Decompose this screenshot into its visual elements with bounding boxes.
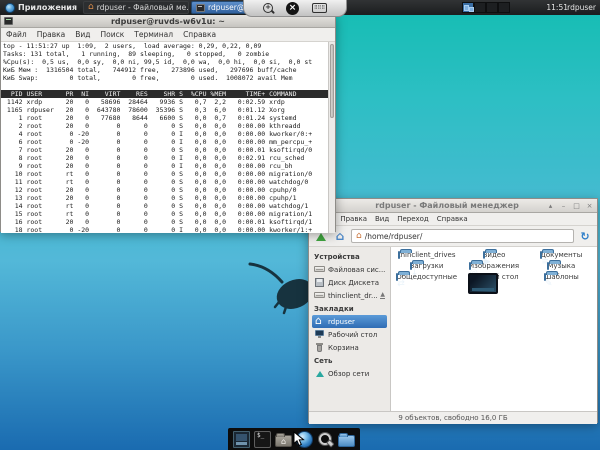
top-summary: top - 11:51:27 up 1:09, 2 users, load av… (1, 42, 335, 82)
sidebar-item-filesystem[interactable]: Файловая сис... (312, 263, 387, 276)
menu-search[interactable]: Поиск (96, 28, 130, 41)
workspace-1[interactable] (462, 2, 474, 13)
terminal-menubar: Файл Правка Вид Поиск Терминал Справка (1, 28, 335, 42)
menu-edit[interactable]: Правка (32, 28, 71, 41)
file-item-thinclient-drives[interactable]: thinclient_drives (395, 251, 459, 259)
sidebar-item-home[interactable]: rdpuser (312, 315, 387, 328)
distro-logo-icon (5, 3, 15, 13)
desktop-screen-icon (468, 273, 498, 294)
file-item-music[interactable]: ♪ Музыка (529, 262, 593, 270)
file-item-templates[interactable]: ✎ Шаблоны (529, 273, 593, 281)
path-home-icon: ⌂ (356, 232, 362, 241)
maximize-button[interactable]: □ (572, 202, 581, 210)
file-manager-title: rdpuser - Файловый менеджер (348, 201, 546, 210)
file-item-downloads[interactable]: ↓ Загрузки (395, 262, 459, 270)
file-item-public[interactable]: ⇄ Общедоступные (395, 273, 459, 281)
path-field[interactable]: ⌂ /home/rdpuser/ (351, 229, 574, 243)
desktop-icon (314, 329, 325, 340)
file-manager-icon[interactable] (338, 431, 355, 448)
floppy-icon (314, 277, 325, 288)
home-folder-icon[interactable]: ⌂ (275, 431, 292, 448)
sidebar-item-thinclient-drive[interactable]: thinclient_dr... ▲ (312, 289, 387, 302)
file-item-video[interactable]: ▶ Видео (462, 251, 526, 259)
reload-button[interactable]: ↻ (577, 228, 593, 244)
terminal-output[interactable]: top - 11:51:27 up 1:09, 2 users, load av… (1, 42, 335, 233)
terminal-scrollbar[interactable] (328, 42, 335, 233)
home-icon (314, 316, 325, 327)
home-icon: ⌂ (336, 230, 345, 242)
trash-icon (314, 342, 325, 353)
drive-icon (314, 264, 325, 275)
taskbar-button-file-manager[interactable]: ⌂ rdpuser - Файловый ме... (83, 1, 189, 14)
scrollbar-thumb[interactable] (330, 44, 334, 118)
search-icon[interactable] (317, 431, 334, 448)
pictures-folder-icon: ◎ (469, 262, 471, 270)
zoom-in-icon[interactable] (263, 3, 273, 13)
sidebar-section-bookmarks: Закладки (312, 302, 387, 315)
file-manager-window: rdpuser - Файловый менеджер ▴ – □ × Файл… (308, 198, 598, 423)
close-icon[interactable]: × (286, 2, 299, 15)
terminal-icon (4, 17, 13, 25)
menu-edit[interactable]: Правка (336, 213, 371, 225)
remote-session-toolbar: × ⠿⠿⠿ (243, 0, 347, 17)
file-item-pictures[interactable]: ◎ Изображения (462, 262, 526, 270)
folder-icon (398, 251, 400, 259)
sidebar-section-devices: Устройства (312, 250, 387, 263)
keyboard-icon[interactable]: ⠿⠿⠿ (312, 3, 327, 13)
menu-view[interactable]: Вид (70, 28, 95, 41)
sidebar-item-network-browse[interactable]: Обзор сети (312, 367, 387, 380)
show-desktop-icon[interactable] (233, 431, 250, 448)
menu-go[interactable]: Переход (393, 213, 433, 225)
file-manager-toolbar: ⌂ ⌂ /home/rdpuser/ ↻ (309, 226, 597, 247)
network-icon (314, 368, 325, 379)
downloads-folder-icon: ↓ (410, 262, 412, 270)
sidebar-section-network: Сеть (312, 354, 387, 367)
terminal-icon (196, 4, 205, 12)
panel-username: rdpuser (567, 3, 596, 12)
workspace-2[interactable] (474, 2, 486, 13)
home-icon: ⌂ (88, 3, 94, 12)
eject-icon[interactable]: ▲ (380, 292, 385, 299)
terminal-window: rdpuser@ruvds-w6v1u: ~ Файл Правка Вид П… (0, 14, 336, 232)
file-manager-menubar: Файл Правка Вид Переход Справка (309, 213, 597, 226)
menu-view[interactable]: Вид (371, 213, 393, 225)
public-folder-icon: ⇄ (396, 273, 398, 281)
terminal-title: rdpuser@ruvds-w6v1u: ~ (13, 17, 323, 26)
file-manager-sidebar: Устройства Файловая сис... Диск Дискета … (309, 247, 391, 411)
desktop: rdpuser - Файловый менеджер ▴ – □ × Файл… (0, 0, 600, 450)
shade-button[interactable]: ▴ (546, 202, 555, 210)
mouse-cursor (293, 431, 306, 447)
applications-menu-label: Приложения (18, 3, 77, 12)
menu-terminal[interactable]: Терминал (129, 28, 178, 41)
video-folder-icon: ▶ (483, 251, 485, 259)
applications-menu-button[interactable]: Приложения (0, 0, 82, 15)
path-text: /home/rdpuser/ (365, 232, 423, 241)
refresh-icon: ↻ (580, 231, 589, 242)
menu-file[interactable]: Файл (1, 28, 32, 41)
menu-help[interactable]: Справка (178, 28, 221, 41)
templates-folder-icon: ✎ (544, 273, 546, 281)
sidebar-item-trash[interactable]: Корзина (312, 341, 387, 354)
file-item-documents[interactable]: ≡ Документы (529, 251, 593, 259)
clock: 11:51 (546, 3, 568, 12)
sidebar-item-floppy[interactable]: Диск Дискета (312, 276, 387, 289)
status-bar: 9 объектов, свободно 16,0 ГБ (309, 411, 597, 424)
top-process-rows: 1142 xrdp 20 0 58696 28464 9936 S 0,7 2,… (1, 98, 335, 233)
file-manager-titlebar[interactable]: rdpuser - Файловый менеджер ▴ – □ × (309, 199, 597, 213)
file-item-desktop[interactable]: Рабочий стол (462, 273, 526, 281)
workspace-switcher (462, 2, 510, 13)
close-button[interactable]: × (585, 202, 594, 210)
top-table-header: PID USER PR NI VIRT RES SHR S %CPU %MEM … (1, 90, 329, 98)
file-grid: thinclient_drives ▶ Видео ≡ Документы ↓ … (391, 247, 597, 411)
workspace-3[interactable] (486, 2, 498, 13)
menu-help[interactable]: Справка (433, 213, 472, 225)
minimize-button[interactable]: – (559, 202, 568, 210)
drive-icon (314, 290, 325, 301)
sidebar-item-desktop[interactable]: Рабочий стол (312, 328, 387, 341)
workspace-4[interactable] (498, 2, 510, 13)
terminal-icon[interactable]: $_ (254, 431, 271, 448)
